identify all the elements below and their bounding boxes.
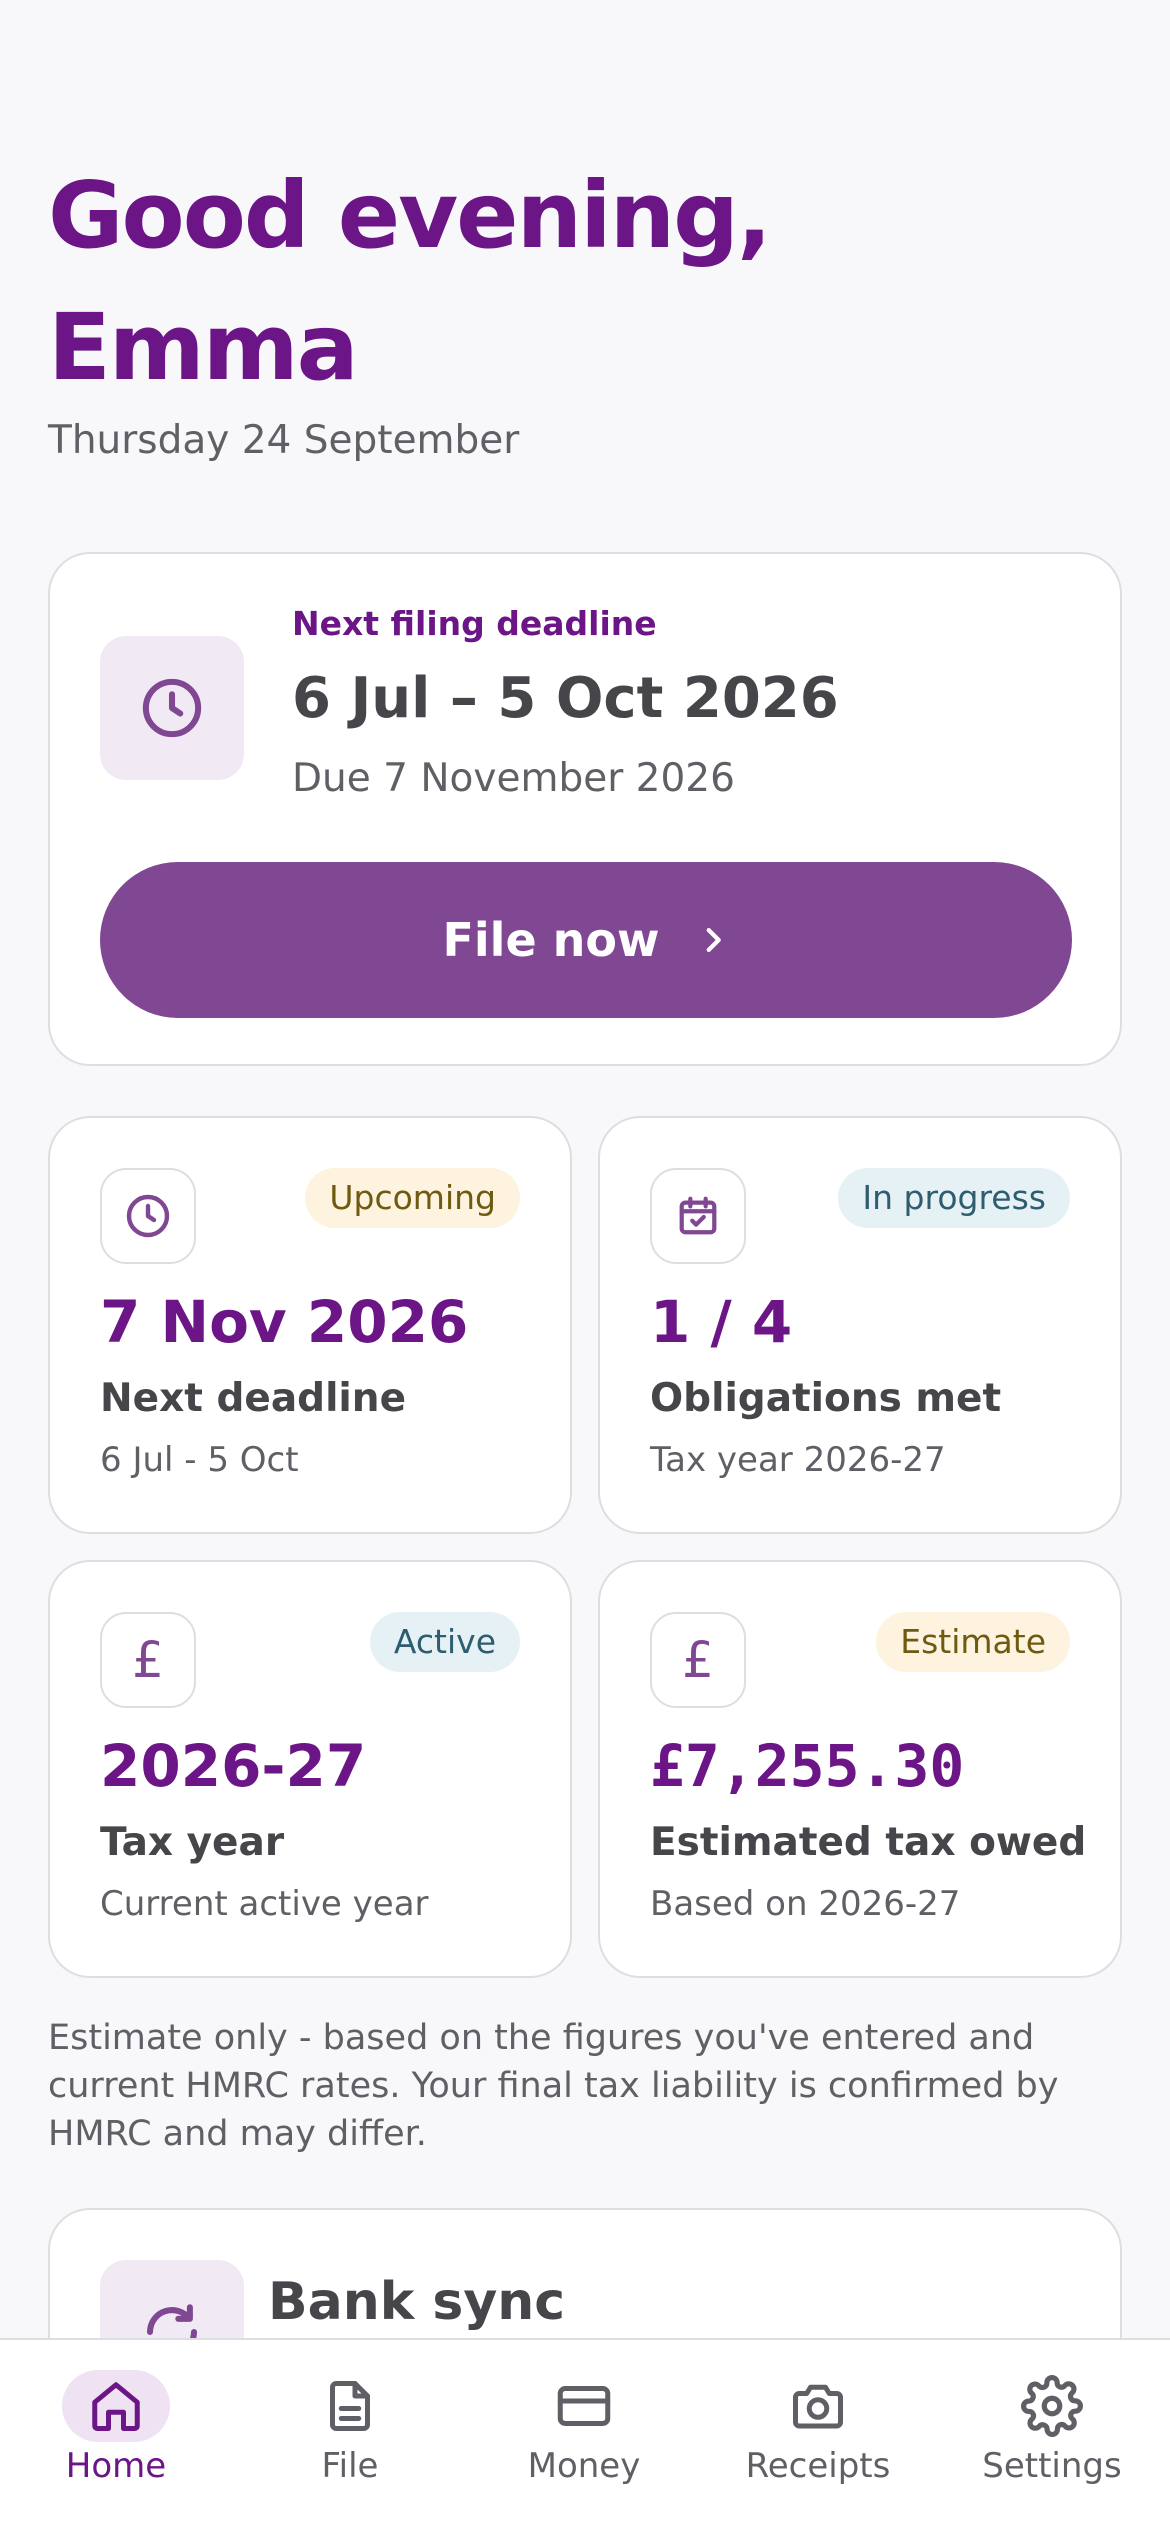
file-now-button[interactable]: File now [100,862,1072,1018]
status-badge: Upcoming [305,1168,520,1228]
bottom-tab-bar: Home File Money Receipts Settings [0,2338,1170,2532]
tax-year-stat-card[interactable]: £ Active 2026-27 Tax year Current active… [48,1560,572,1978]
stat-title: Next deadline [100,1376,407,1421]
stat-subtitle: Based on 2026-27 [650,1884,961,1924]
next-deadline-card: Next filing deadline 6 Jul – 5 Oct 2026 … [48,552,1122,1066]
status-badge: Estimate [876,1612,1070,1672]
deadline-due-date: Due 7 November 2026 [292,756,735,801]
obligations-stat-card[interactable]: In progress 1 / 4 Obligations met Tax ye… [598,1116,1122,1534]
gear-icon [998,2370,1106,2442]
tab-file[interactable]: File [250,2370,450,2500]
stat-value: 2026-27 [100,1732,367,1800]
tab-label: Receipts [745,2446,891,2486]
stat-subtitle: Current active year [100,1884,429,1924]
tab-settings[interactable]: Settings [952,2370,1152,2500]
estimated-tax-stat-card[interactable]: £ Estimate £7,255.30 Estimated tax owed … [598,1560,1122,1978]
clock-icon [100,636,244,780]
stat-title: Obligations met [650,1376,1002,1421]
next-deadline-stat-card[interactable]: Upcoming 7 Nov 2026 Next deadline 6 Jul … [48,1116,572,1534]
stat-title: Tax year [100,1820,285,1865]
tab-label: Money [527,2446,641,2486]
document-icon [296,2370,404,2442]
home-icon [62,2370,170,2442]
file-now-label: File now [442,913,660,967]
stat-value: 1 / 4 [650,1288,793,1356]
pound-icon: £ [650,1612,746,1708]
estimate-disclaimer: Estimate only - based on the figures you… [48,2018,1059,2154]
current-date: Thursday 24 September [48,418,520,463]
status-badge: In progress [838,1168,1070,1228]
stat-title: Estimated tax owed [650,1820,1087,1865]
calendar-check-icon [650,1168,746,1264]
stat-subtitle: 6 Jul - 5 Oct [100,1440,299,1480]
tab-label: Home [65,2446,167,2486]
stat-subtitle: Tax year 2026-27 [650,1440,946,1480]
greeting-heading: Good evening, Emma [48,162,772,401]
chevron-right-icon [706,927,721,953]
camera-icon [764,2370,872,2442]
tab-home[interactable]: Home [16,2370,216,2500]
deadline-period: 6 Jul – 5 Oct 2026 [292,666,839,731]
stat-value: 7 Nov 2026 [100,1288,469,1356]
deadline-label: Next filing deadline [292,604,657,643]
tab-money[interactable]: Money [484,2370,684,2500]
tab-receipts[interactable]: Receipts [718,2370,918,2500]
tab-label: Settings [982,2446,1122,2486]
tab-label: File [321,2446,379,2486]
bank-sync-title: Bank sync [268,2272,566,2332]
pound-icon: £ [100,1612,196,1708]
clock-icon [100,1168,196,1264]
card-icon [530,2370,638,2442]
dashboard-screen: Good evening, Emma Thursday 24 September… [0,0,1170,2532]
stat-value: £7,255.30 [650,1732,965,1800]
status-badge: Active [369,1612,520,1672]
